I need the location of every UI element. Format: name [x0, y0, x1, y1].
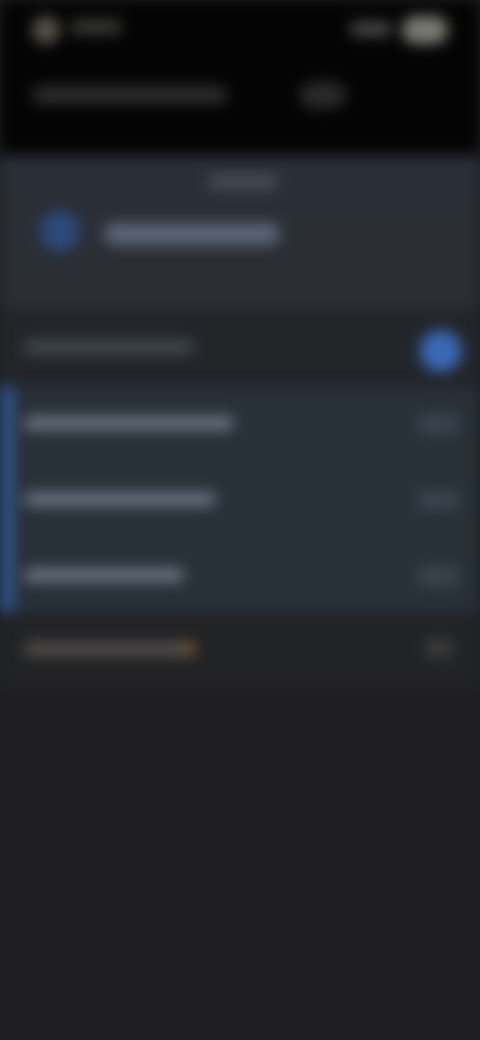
status-bar	[0, 0, 480, 60]
chevron-right-icon	[424, 638, 454, 658]
status-indicator-icon	[32, 16, 60, 44]
toggle-switch[interactable]	[420, 330, 462, 372]
app-bar-title	[32, 86, 228, 104]
panel-title[interactable]	[104, 223, 280, 245]
settings-row[interactable]	[0, 538, 480, 614]
settings-row-label	[24, 642, 192, 656]
status-time-placeholder	[70, 20, 122, 34]
battery-icon	[402, 16, 448, 44]
settings-row-label	[24, 416, 234, 430]
settings-row[interactable]	[0, 462, 480, 538]
signal-icon	[350, 22, 392, 36]
settings-row[interactable]	[0, 386, 480, 462]
row-value-indicator	[416, 566, 460, 586]
warning-icon	[182, 642, 196, 656]
row-value-indicator	[416, 414, 460, 434]
settings-row-label	[24, 568, 184, 582]
panel-caption	[208, 175, 278, 189]
app-bar	[0, 60, 480, 155]
settings-row-label	[24, 340, 194, 354]
panel-icon	[40, 211, 80, 251]
app-bar-action-button[interactable]	[300, 82, 346, 108]
settings-row-toggle[interactable]	[0, 308, 480, 384]
settings-row-warning[interactable]	[0, 612, 480, 688]
settings-row-label	[24, 492, 216, 506]
blurred-app-layer	[0, 0, 480, 1040]
blurred-screen	[0, 0, 480, 1040]
header-panel	[0, 155, 480, 325]
row-value-indicator	[416, 490, 460, 510]
selected-settings-group	[0, 386, 480, 612]
